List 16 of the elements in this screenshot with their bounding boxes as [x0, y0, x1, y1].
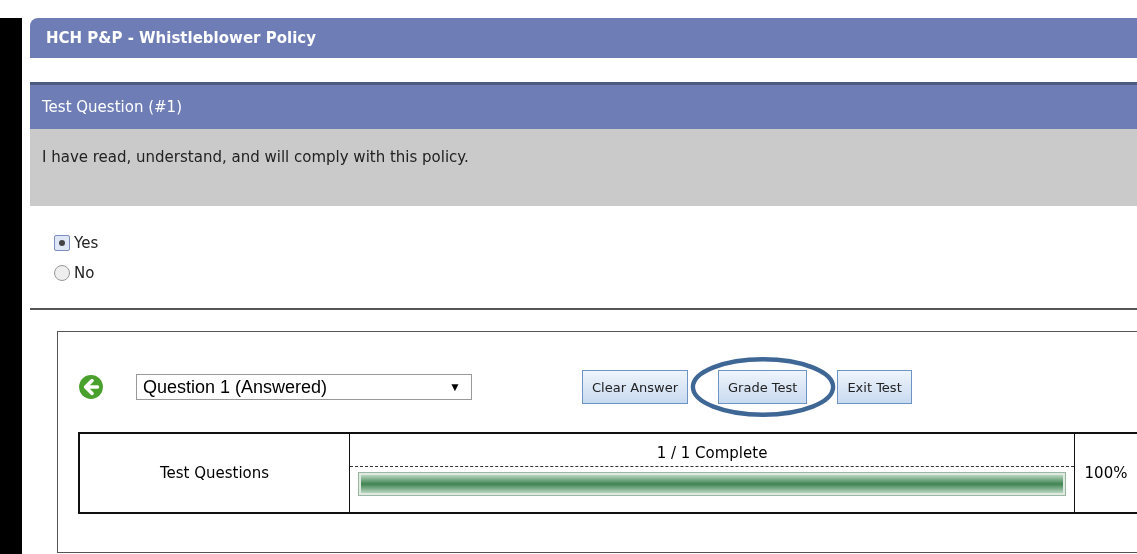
progress-status: 1 / 1 Complete — [350, 444, 1074, 467]
question-title: Test Question (#1) — [42, 98, 182, 116]
action-button[interactable]: Clear Answer — [582, 370, 688, 404]
question-text: I have read, understand, and will comply with this policy. — [42, 148, 469, 166]
radio-option[interactable]: No — [54, 264, 1137, 282]
course-title: HCH P&P - Whistleblower Policy — [46, 29, 316, 47]
option-label: Yes — [74, 234, 99, 252]
table-cell: 100% — [1074, 434, 1137, 512]
option-label: No — [74, 264, 95, 282]
action-button[interactable]: Grade Test — [718, 370, 808, 404]
table-cell: Test Questions — [80, 434, 350, 512]
radio-option[interactable]: Yes — [54, 234, 1137, 252]
question-dropdown[interactable]: Question 1 (Answered) ▼ — [136, 374, 472, 400]
radio-button[interactable] — [54, 235, 70, 251]
action-button[interactable]: Exit Test — [837, 370, 912, 404]
radio-button[interactable] — [54, 265, 70, 281]
